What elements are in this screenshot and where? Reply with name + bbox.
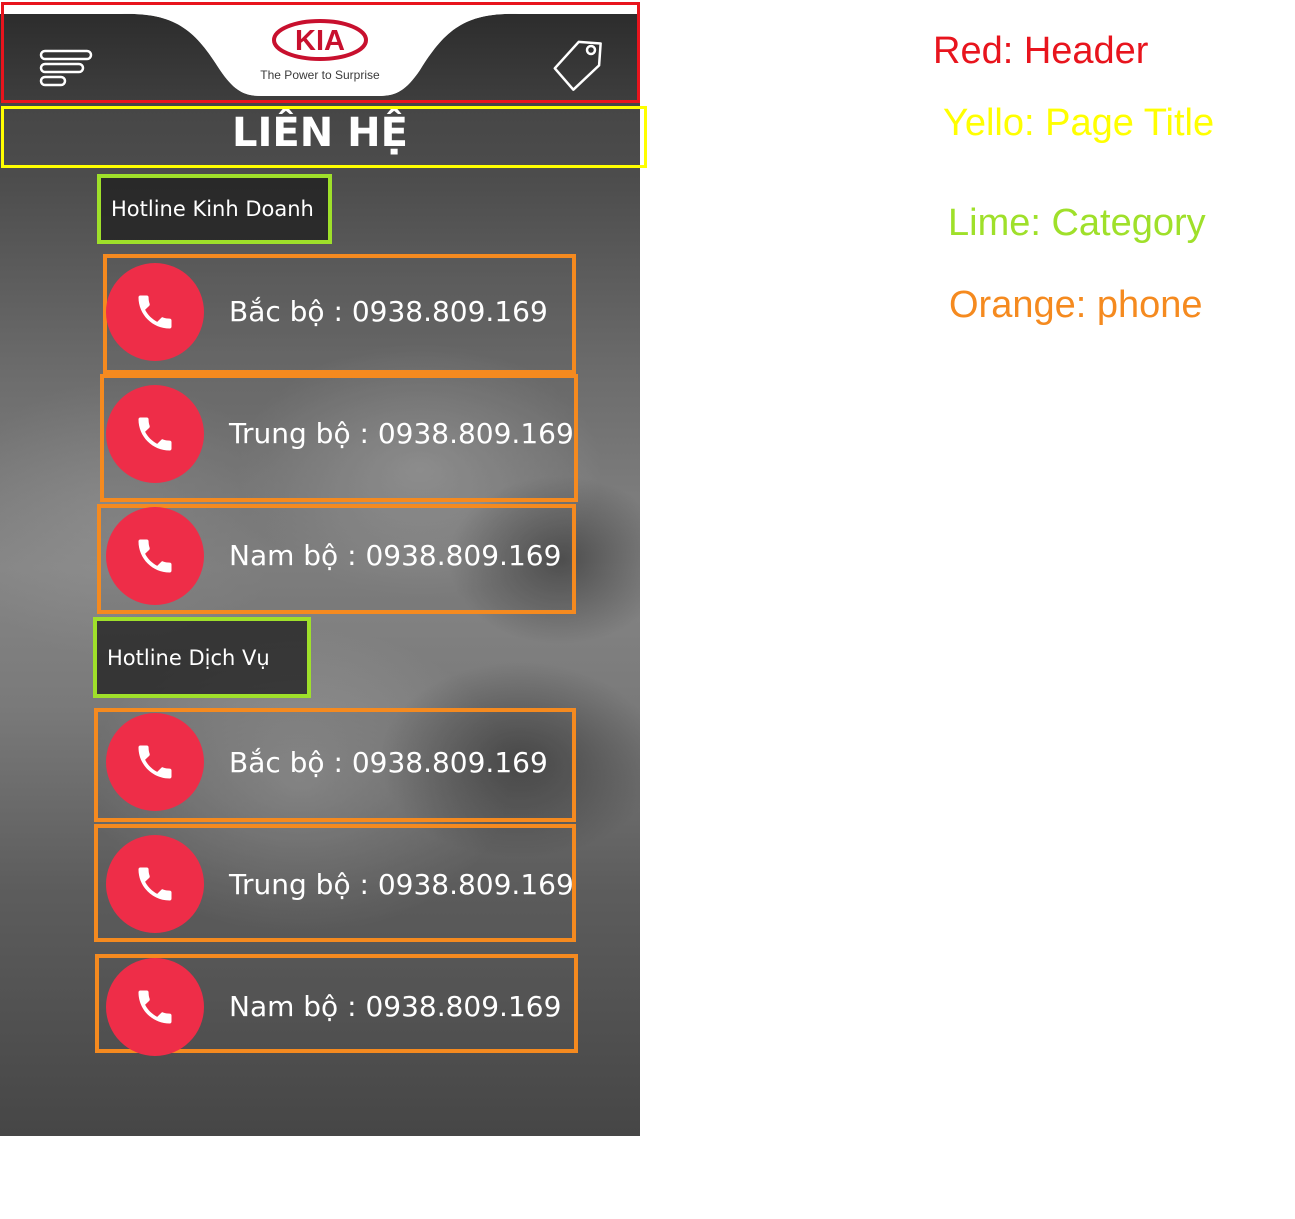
legend-category: Lime: Category [948,202,1206,244]
phone-region: Trung bộ : [229,417,369,450]
annotated-mockup: KIA The Power to Surprise LIÊN HỆ Hotlin… [0,0,1295,1219]
phone-region: Bắc bộ : [229,295,343,328]
phone-region: Nam bộ : [229,990,357,1023]
phone-entry: Nam bộ : 0938.809.169 [229,539,561,572]
call-button[interactable] [106,835,204,933]
phone-icon [138,745,172,779]
phone-icon [138,295,172,329]
category-hotline-kinh-doanh: Hotline Kinh Doanh [97,174,332,244]
title-annotation-frame [1,106,647,168]
call-button[interactable] [106,385,204,483]
header-annotation-frame [1,2,640,103]
phone-icon [138,867,172,901]
app-screen: KIA The Power to Surprise LIÊN HỆ Hotlin… [0,0,640,1136]
phone-entry: Trung bộ : 0938.809.169 [229,868,574,901]
phone-entry: Nam bộ : 0938.809.169 [229,990,561,1023]
phone-region: Nam bộ : [229,539,357,572]
phone-entry: Bắc bộ : 0938.809.169 [229,295,548,328]
phone-icon [138,539,172,573]
category-label: Hotline Dịch Vụ [107,645,270,670]
phone-number[interactable]: 0938.809.169 [378,868,574,901]
phone-number[interactable]: 0938.809.169 [365,990,561,1023]
phone-entry: Trung bộ : 0938.809.169 [229,417,574,450]
phone-region: Trung bộ : [229,868,369,901]
phone-number[interactable]: 0938.809.169 [352,295,548,328]
category-label: Hotline Kinh Doanh [111,197,314,221]
phone-region: Bắc bộ : [229,746,343,779]
phone-number[interactable]: 0938.809.169 [365,539,561,572]
call-button[interactable] [106,507,204,605]
legend-page-title: Yello: Page Title [943,102,1215,144]
phone-entry: Bắc bộ : 0938.809.169 [229,746,548,779]
call-button[interactable] [106,263,204,361]
phone-icon [138,990,172,1024]
call-button[interactable] [106,958,204,1056]
phone-icon [138,417,172,451]
phone-number[interactable]: 0938.809.169 [378,417,574,450]
legend-phone: Orange: phone [949,284,1203,326]
call-button[interactable] [106,713,204,811]
phone-number[interactable]: 0938.809.169 [352,746,548,779]
category-hotline-dich-vu: Hotline Dịch Vụ [93,617,311,698]
legend-header: Red: Header [933,30,1149,72]
